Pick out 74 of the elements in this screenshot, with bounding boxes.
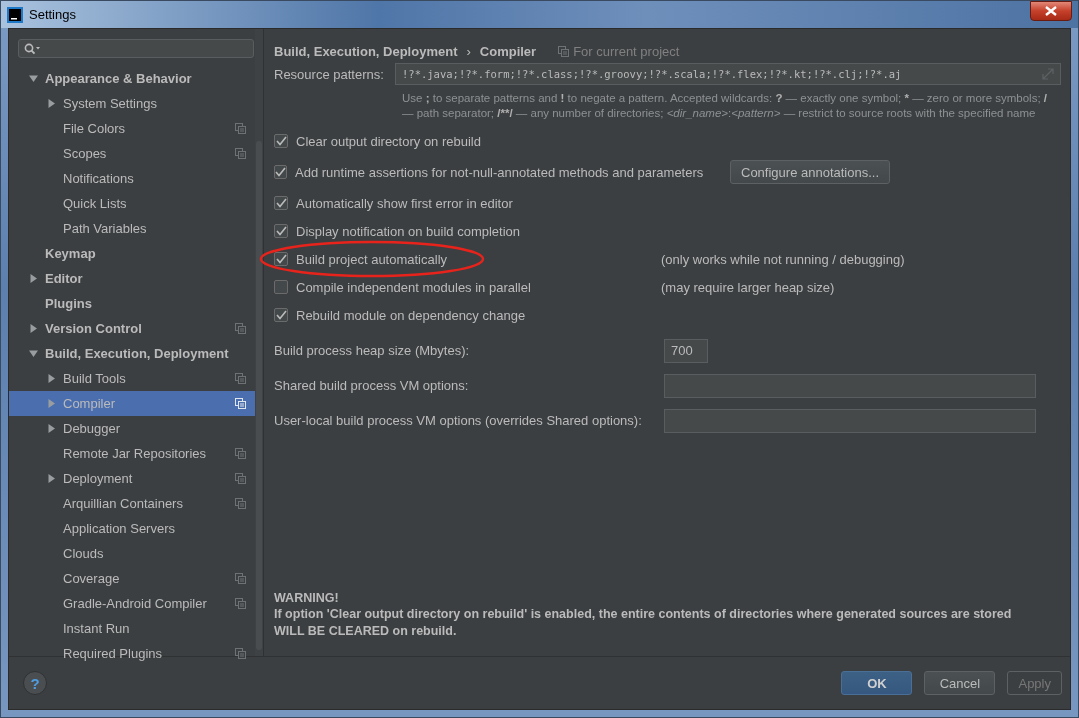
warning-text: WILL BE CLEARED on rebuild.: [274, 622, 458, 639]
resource-patterns-field[interactable]: !?*.java;!?*.form;!?*.class;!?*.groovy;!?*.scala;!?*.flex;!?*.kt;!?*.clj;!?*.aj: [395, 63, 1061, 85]
tree-item[interactable]: Build Tools: [9, 366, 255, 391]
tree-item[interactable]: Gradle-Android Compiler: [9, 591, 255, 616]
tree-item[interactable]: Debugger: [9, 416, 255, 441]
checkbox[interactable]: [274, 280, 288, 294]
checkbox[interactable]: [274, 308, 288, 322]
tree-item[interactable]: Version Control: [9, 316, 255, 341]
checkbox[interactable]: [274, 252, 288, 266]
check-icon: [275, 310, 287, 320]
search-field[interactable]: [18, 39, 254, 58]
window-title: Settings: [29, 7, 77, 22]
warning-text: If option 'Clear output directory on rebuild' is enabled, the entire contents of directories where generated sources are stored: [274, 606, 1013, 623]
tree-item[interactable]: Remote Jar Repositories: [9, 441, 255, 466]
warning-title: WARNING!: [274, 589, 340, 606]
app-logo-icon: [7, 6, 23, 23]
checkbox-label: Rebuild module on dependency change: [296, 307, 526, 323]
tree-item[interactable]: Deployment: [9, 466, 255, 491]
dialog-button[interactable]: Cancel: [924, 671, 996, 695]
tree-item[interactable]: Instant Run: [9, 616, 255, 641]
checkbox[interactable]: [274, 165, 287, 179]
tree-item[interactable]: Arquillian Containers: [9, 491, 255, 516]
field-label: User-local build process VM options (overrides Shared options):: [274, 413, 643, 428]
checkbox[interactable]: [274, 196, 288, 210]
checkbox-label: Add runtime assertions for not-null-annotated methods and parameters: [295, 164, 704, 180]
close-icon: [1045, 5, 1057, 16]
option-note: (may require larger heap size): [661, 279, 835, 295]
tree-item[interactable]: Quick Lists: [9, 191, 255, 216]
option-note: (only works while not running / debugging): [661, 251, 905, 267]
text-field[interactable]: 700: [664, 338, 708, 363]
tree-item[interactable]: File Colors: [9, 116, 255, 141]
configure-button[interactable]: Configure annotations...: [730, 160, 891, 184]
breadcrumb-item: Compiler: [479, 43, 537, 59]
expand-icon: [1042, 68, 1054, 80]
check-icon: [275, 136, 287, 146]
check-icon: [275, 167, 286, 177]
checkbox-label: Compile independent modules in parallel: [296, 279, 531, 295]
help-text: Use ; to separate patterns and ! to negate a pattern. Accepted wildcards: ? — exactly one symbol; * — zero or more symbols; / — path separator; /**/ — any number of directories; <dir_name>:<pattern> — restrict to source roots with the specified name: [402, 91, 1048, 121]
tree-item[interactable]: Clouds: [9, 541, 255, 566]
close-button[interactable]: [1030, 0, 1072, 21]
search-icon: [24, 42, 40, 55]
tree-item[interactable]: Path Variables: [9, 216, 255, 241]
checkbox-label: Clear output directory on rebuild: [296, 133, 481, 149]
scrollbar-thumb[interactable]: [256, 141, 262, 650]
checkbox[interactable]: [274, 134, 288, 148]
tree-item[interactable]: Editor: [9, 266, 255, 291]
checkbox-label: Display notification on build completion: [296, 223, 520, 239]
field-label: Resource patterns:: [274, 66, 385, 82]
check-icon: [275, 254, 287, 264]
checkbox-label: Automatically show first error in editor: [296, 195, 513, 211]
checkbox-label: Build project automatically: [296, 251, 448, 267]
checkbox[interactable]: [274, 224, 288, 238]
tree-item[interactable]: Coverage: [9, 566, 255, 591]
help-button[interactable]: ?: [23, 671, 47, 695]
field-label: Shared build process VM options:: [274, 378, 470, 393]
text-field[interactable]: [664, 373, 1036, 398]
breadcrumb-item: Build, Execution, Deployment: [274, 43, 458, 59]
tree-item[interactable]: Notifications: [9, 166, 255, 191]
check-icon: [275, 198, 287, 208]
scope-label: For current project: [573, 43, 680, 59]
tree-item[interactable]: Application Servers: [9, 516, 255, 541]
tree-item[interactable]: Build, Execution, Deployment: [9, 341, 255, 366]
check-icon: [275, 226, 287, 236]
tree-item[interactable]: Plugins: [9, 291, 255, 316]
dialog-button[interactable]: OK: [841, 671, 913, 695]
tree-item[interactable]: System Settings: [9, 91, 255, 116]
breadcrumb-separator: ›: [466, 43, 471, 59]
field-label: Build process heap size (Mbytes):: [274, 343, 471, 358]
tree-item[interactable]: Scopes: [9, 141, 255, 166]
text-field[interactable]: [664, 408, 1036, 433]
tree-item[interactable]: Keymap: [9, 241, 255, 266]
tree-item[interactable]: Required Plugins: [9, 641, 255, 666]
tree-item[interactable]: Appearance & Behavior: [9, 66, 255, 91]
copy-icon: [558, 45, 570, 57]
